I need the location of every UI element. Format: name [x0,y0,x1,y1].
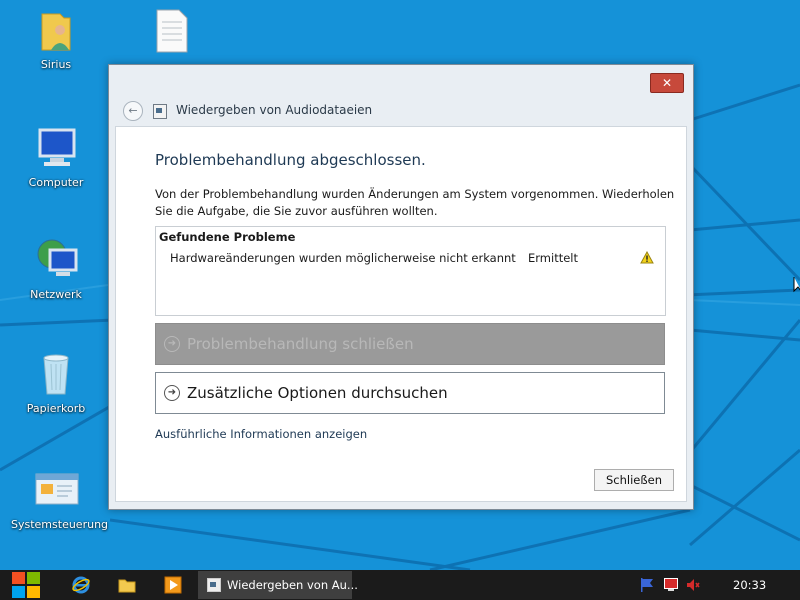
problems-list-title: Gefundene Probleme [159,230,296,244]
page-heading: Problembehandlung abgeschlossen. [155,151,426,169]
navigation-bar: ← Wiedergeben von Audiodataeien [121,99,681,123]
more-options-command[interactable]: ➜ Zusätzliche Optionen durchsuchen [155,372,665,414]
warning-icon [640,251,654,264]
close-troubleshooter-label: Problembehandlung schließen [187,335,414,353]
arrow-right-circle-icon: ➜ [164,385,180,401]
task-label: Wiedergeben von Au... [227,578,358,592]
network-icon [32,236,80,284]
start-button[interactable] [12,570,42,600]
window-close-button[interactable]: ✕ [650,73,684,93]
volume-muted-icon[interactable] [686,578,700,592]
desktop-icon-text-document[interactable] [126,6,216,58]
taskbar-task-troubleshooter[interactable]: Wiedergeben von Au... [198,571,358,599]
control-panel-icon [32,466,80,514]
desktop-icon-computer[interactable]: Computer [11,124,101,189]
desktop: Sirius Computer Netzwerk Papierkorb Syst… [0,0,800,570]
recycle-bin-icon [32,350,80,398]
file-explorer-icon[interactable] [118,576,136,594]
action-center-flag-icon[interactable] [640,578,654,592]
mouse-cursor-icon [793,277,800,293]
troubleshooter-app-icon [153,104,167,119]
close-troubleshooter-command[interactable]: ➜ Problembehandlung schließen [155,323,665,365]
page-description: Von der Problembehandlung wurden Änderun… [155,187,675,218]
back-arrow-icon[interactable]: ← [123,101,143,121]
window-title: Wiedergeben von Audiodataeien [176,103,373,117]
user-folder-icon [32,6,80,54]
problem-status: Ermittelt [528,251,578,265]
problem-description: Hardwareänderungen wurden möglicherweise… [170,251,516,265]
desktop-icon-network[interactable]: Netzwerk [11,236,101,301]
taskbar: Wiedergeben von Au... 20:33 [0,570,800,600]
content-panel: Problembehandlung abgeschlossen. Von der… [115,126,687,502]
close-button[interactable]: Schließen [594,469,674,491]
problems-list: Gefundene Probleme Hardwareänderungen wu… [155,226,666,316]
arrow-right-circle-icon: ➜ [164,336,180,352]
clock[interactable]: 20:33 [733,578,766,592]
desktop-icon-recycle-bin[interactable]: Papierkorb [11,350,101,415]
more-options-label: Zusätzliche Optionen durchsuchen [187,384,448,402]
troubleshooter-window: ✕ ← Wiedergeben von Audiodataeien Proble… [108,64,694,510]
troubleshooter-app-icon [207,578,221,592]
desktop-icon-control-panel[interactable]: Systemsteuerung [11,466,108,531]
desktop-icon-sirius[interactable]: Sirius [11,6,101,71]
text-document-icon [147,6,195,54]
media-player-icon[interactable] [164,576,182,594]
computer-icon [32,124,80,172]
network-tray-icon[interactable] [664,578,678,592]
internet-explorer-icon[interactable] [72,576,90,594]
details-link[interactable]: Ausführliche Informationen anzeigen [155,427,367,441]
